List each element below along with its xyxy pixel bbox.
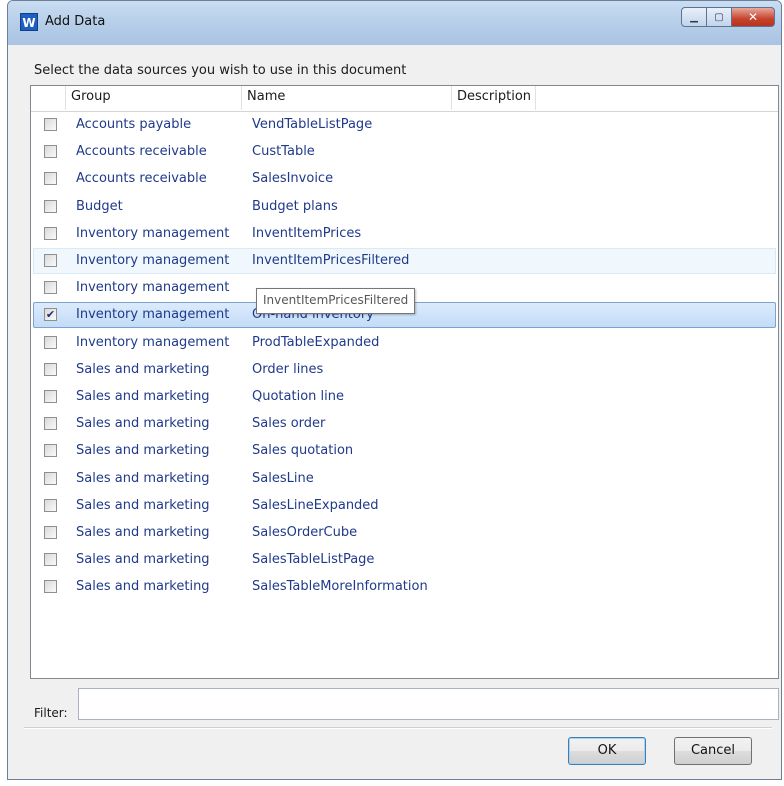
column-header-description[interactable]: Description: [452, 86, 536, 110]
name-cell: Budget plans: [252, 198, 338, 214]
checkbox[interactable]: [44, 145, 57, 159]
name-cell: CustTable: [252, 144, 315, 160]
table-row[interactable]: Sales and marketing SalesLineExpanded: [33, 493, 776, 519]
table-row[interactable]: Sales and marketing SalesLine: [33, 466, 776, 492]
name-cell: Quotation line: [252, 389, 344, 404]
maximize-button[interactable]: ▢: [706, 7, 732, 27]
name-cell: Sales order: [252, 416, 326, 432]
window-title: Add Data: [45, 14, 106, 29]
group-cell: Sales and marketing: [76, 443, 210, 459]
name-tooltip: InventItemPricesFiltered: [256, 288, 416, 314]
checkbox[interactable]: [44, 172, 57, 186]
group-cell: Sales and marketing: [76, 416, 210, 432]
table-row[interactable]: Budget Budget plans: [33, 194, 776, 220]
checkbox[interactable]: [44, 498, 57, 512]
group-cell: Budget: [76, 198, 123, 214]
name-cell: InventItemPricesFiltered: [252, 253, 410, 268]
name-cell: SalesTableMoreInformation: [252, 579, 428, 595]
group-cell: Sales and marketing: [76, 361, 210, 377]
checkbox[interactable]: [44, 580, 57, 594]
filter-label: Filter:: [34, 706, 68, 720]
checkbox[interactable]: [44, 118, 57, 131]
table-row[interactable]: Sales and marketing SalesTableMoreInforma…: [33, 574, 776, 600]
checkbox[interactable]: [44, 281, 57, 295]
word-app-icon: W: [20, 13, 38, 31]
checkbox[interactable]: [44, 199, 57, 213]
name-cell: SalesLineExpanded: [252, 497, 379, 513]
name-cell: SalesInvoice: [252, 171, 334, 187]
group-cell: Sales and marketing: [76, 525, 210, 540]
group-cell: Inventory management: [76, 225, 230, 241]
group-cell: Inventory management: [76, 253, 230, 268]
group-cell: Inventory management: [76, 280, 230, 296]
title-bar[interactable]: W Add Data ▁ ▢ ✕: [8, 1, 781, 45]
checkbox[interactable]: [44, 526, 57, 539]
group-cell: Sales and marketing: [76, 389, 210, 404]
maximize-icon: ▢: [714, 11, 724, 23]
name-cell: Sales quotation: [252, 443, 354, 459]
name-cell: Order lines: [252, 361, 324, 377]
checkbox[interactable]: [44, 444, 57, 458]
column-header-group[interactable]: Group: [66, 86, 242, 110]
data-source-list[interactable]: Group Name Description Accounts payable V…: [30, 85, 779, 679]
checkbox[interactable]: [44, 335, 57, 349]
minimize-button[interactable]: ▁: [681, 7, 707, 27]
close-button[interactable]: ✕: [731, 7, 775, 27]
add-data-dialog: W Add Data ▁ ▢ ✕ Select the data sources…: [7, 0, 782, 780]
ok-button[interactable]: OK: [568, 737, 646, 765]
group-cell: Sales and marketing: [76, 552, 210, 568]
checkbox[interactable]: [44, 362, 57, 376]
table-row[interactable]: Sales and marketing Sales quotation: [33, 438, 776, 464]
table-row[interactable]: Sales and marketing SalesTableListPage: [33, 547, 776, 573]
divider: [24, 727, 772, 729]
table-row[interactable]: Sales and marketing SalesOrderCube: [33, 520, 776, 546]
table-row[interactable]: Inventory management InventItemPricesFilt…: [33, 248, 776, 274]
checkbox[interactable]: [44, 553, 57, 567]
name-cell: SalesOrderCube: [252, 525, 358, 540]
group-cell: Accounts payable: [76, 117, 192, 132]
group-cell: Inventory management: [76, 307, 230, 323]
dialog-content: Select the data sources you wish to use …: [16, 45, 780, 779]
instruction-text: Select the data sources you wish to use …: [34, 63, 407, 78]
cancel-button[interactable]: Cancel: [674, 737, 752, 765]
name-cell: ProdTableExpanded: [252, 334, 380, 350]
checkbox[interactable]: [44, 226, 57, 240]
close-icon: ✕: [747, 10, 759, 24]
table-row[interactable]: Inventory management ProdTableExpanded: [33, 330, 776, 356]
group-cell: Sales and marketing: [76, 497, 210, 513]
table-row[interactable]: Accounts payable VendTableListPage: [33, 112, 776, 138]
name-cell: VendTableListPage: [252, 117, 373, 132]
table-row[interactable]: Sales and marketing Order lines: [33, 357, 776, 383]
checkbox[interactable]: [44, 390, 57, 403]
table-row[interactable]: Sales and marketing Sales order: [33, 411, 776, 437]
window-controls: ▁ ▢ ✕: [681, 7, 775, 29]
group-cell: Inventory management: [76, 334, 230, 350]
header-checkbox-column: [31, 86, 66, 110]
group-cell: Accounts receivable: [76, 144, 207, 160]
group-cell: Sales and marketing: [76, 470, 210, 486]
table-row[interactable]: Inventory management InventItemPrices: [33, 221, 776, 247]
table-row[interactable]: Sales and marketing Quotation line: [33, 384, 776, 410]
checked-checkbox[interactable]: ✔: [44, 308, 57, 322]
table-row[interactable]: Accounts receivable CustTable: [33, 139, 776, 165]
table-row[interactable]: Accounts receivable SalesInvoice: [33, 166, 776, 192]
checkbox[interactable]: [44, 417, 57, 431]
column-header-name[interactable]: Name: [242, 86, 452, 110]
name-cell: SalesLine: [252, 470, 314, 486]
group-cell: Accounts receivable: [76, 171, 207, 187]
filter-input[interactable]: [78, 688, 779, 720]
minimize-icon: ▁: [690, 11, 698, 23]
checkbox[interactable]: [44, 254, 57, 267]
name-cell: SalesTableListPage: [252, 552, 375, 568]
checkbox[interactable]: [44, 471, 57, 485]
list-header: Group Name Description: [31, 86, 778, 112]
name-cell: InventItemPrices: [252, 225, 362, 241]
group-cell: Sales and marketing: [76, 579, 210, 595]
